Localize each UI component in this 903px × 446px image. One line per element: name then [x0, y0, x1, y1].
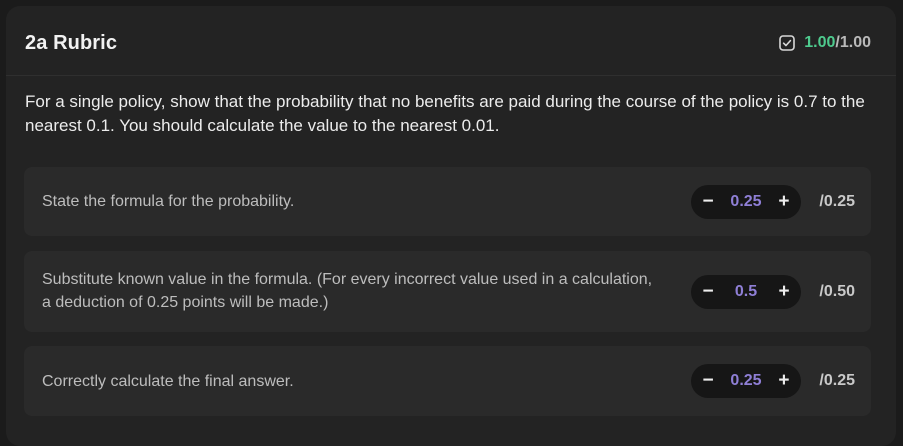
score-earned: 1.00 [804, 34, 836, 51]
question-description: For a single policy, show that the proba… [25, 92, 865, 135]
increment-button[interactable]: + [775, 280, 793, 304]
rubric-title: 2a Rubric [25, 32, 118, 54]
max-points: /0.25 [819, 372, 855, 389]
criterion-text: Substitute known value in the formula. (… [42, 271, 653, 311]
increment-button[interactable]: + [775, 190, 793, 214]
points-value[interactable]: 0.5 [735, 283, 757, 301]
rubric-panel: 2a Rubric 1.00 /1.00 For a single policy… [6, 6, 896, 446]
points-value[interactable]: 0.25 [730, 372, 761, 390]
score-summary: 1.00 /1.00 [779, 34, 871, 52]
points-stepper: − 0.25 + [691, 364, 801, 398]
decrement-button[interactable]: − [699, 280, 717, 304]
decrement-button[interactable]: − [699, 369, 717, 393]
decrement-button[interactable]: − [699, 190, 717, 214]
checkbox-checked-icon [779, 35, 796, 51]
points-stepper: − 0.5 + [691, 275, 801, 309]
rubric-header: 2a Rubric 1.00 /1.00 [6, 6, 896, 76]
criterion-text: Correctly calculate the final answer. [42, 373, 294, 390]
increment-button[interactable]: + [775, 369, 793, 393]
criterion-text: State the formula for the probability. [42, 193, 295, 210]
points-value[interactable]: 0.25 [730, 193, 761, 211]
criterion-row: State the formula for the probability. −… [24, 167, 871, 236]
points-stepper: − 0.25 + [691, 185, 801, 219]
score-total: /1.00 [835, 34, 871, 51]
criterion-row: Substitute known value in the formula. (… [24, 251, 871, 332]
max-points: /0.50 [819, 283, 855, 300]
criterion-row: Correctly calculate the final answer. − … [24, 346, 871, 416]
max-points: /0.25 [819, 193, 855, 210]
